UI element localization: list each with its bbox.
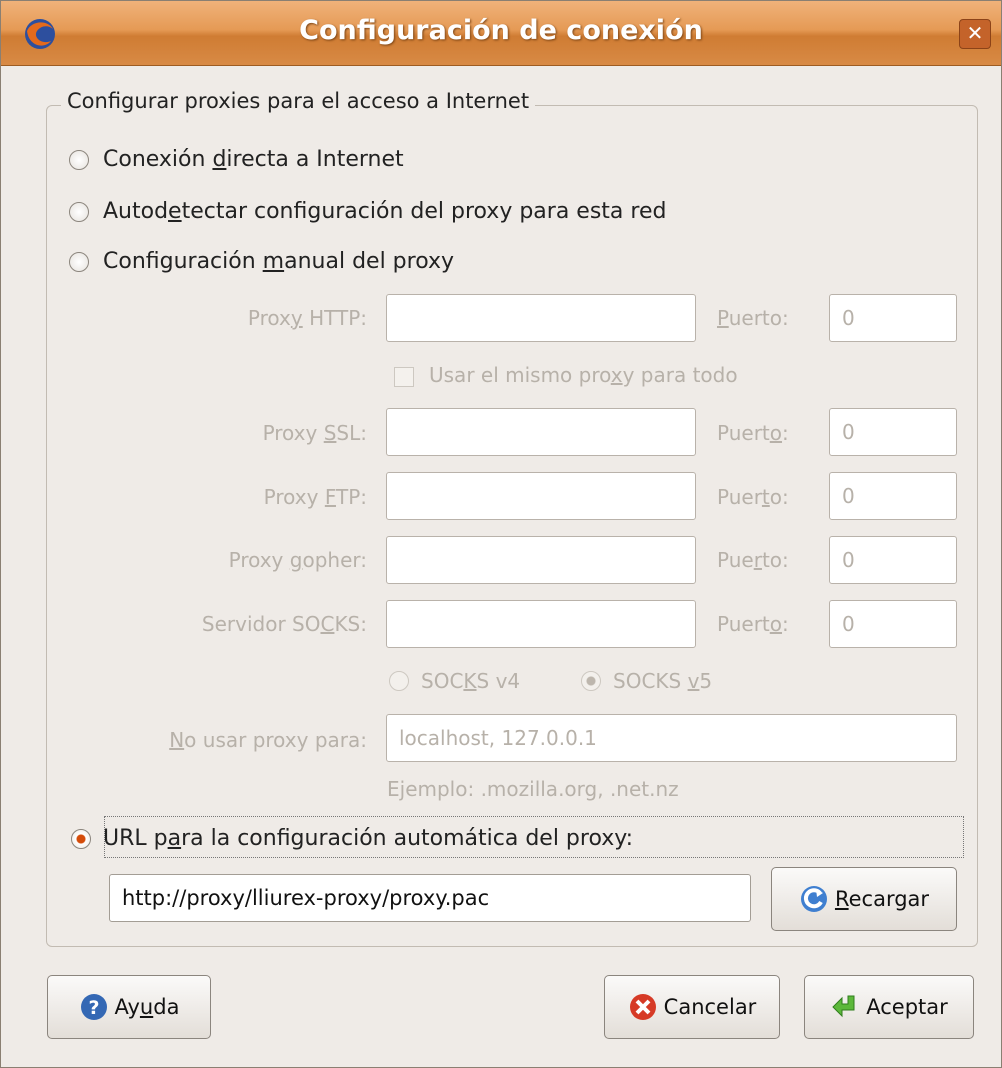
cancel-icon (629, 994, 656, 1020)
connection-settings-dialog: Configuración de conexión ✕ Configurar p… (0, 0, 1002, 1068)
help-icon: ? (80, 994, 107, 1020)
auto-config-url-input[interactable]: http://proxy/lliurex-proxy/proxy.pac (109, 874, 751, 922)
radio-autodetect[interactable]: Autodetectar configuración del proxy par… (69, 199, 666, 224)
same-proxy-checkbox[interactable] (394, 367, 414, 387)
socks-port-label: Puerto: (717, 612, 789, 636)
close-button[interactable]: ✕ (959, 19, 991, 49)
help-label: Ayuda (114, 995, 180, 1019)
socks-server-label: Servidor SOCKS: (201, 612, 367, 636)
ssl-proxy-input[interactable] (386, 408, 696, 456)
ftp-proxy-input[interactable] (386, 472, 696, 520)
http-port-input[interactable]: 0 (829, 294, 957, 342)
http-proxy-input[interactable] (386, 294, 696, 342)
radio-button[interactable] (69, 149, 89, 170)
radio-autodetect-label: Autodetectar configuración del proxy par… (103, 199, 667, 224)
radio-button[interactable] (69, 251, 89, 272)
radio-manual-config[interactable]: Configuración manual del proxy (69, 249, 454, 274)
gopher-port-input[interactable]: 0 (829, 536, 957, 584)
ftp-proxy-label: Proxy FTP: (263, 485, 367, 509)
radio-direct-label: Conexión directa a Internet (103, 147, 404, 172)
ssl-port-input[interactable]: 0 (829, 408, 957, 456)
help-button[interactable]: ? Ayuda (47, 975, 211, 1039)
radio-button[interactable] (581, 671, 601, 691)
accept-arrow-icon (832, 995, 855, 1018)
http-proxy-label: Proxy HTTP: (247, 306, 367, 330)
reload-button[interactable]: Recargar (771, 867, 957, 931)
cancel-label: Cancelar (663, 995, 757, 1019)
same-proxy-label: Usar el mismo proxy para todo (429, 363, 738, 387)
svg-text:?: ? (88, 997, 99, 1019)
reload-label: Recargar (834, 887, 930, 911)
reload-icon (800, 886, 827, 912)
socks-v5-label: SOCKS v5 (613, 669, 713, 693)
title-bar[interactable]: Configuración de conexión ✕ (1, 1, 1001, 66)
cancel-button[interactable]: Cancelar (604, 975, 780, 1039)
ftp-port-input[interactable]: 0 (829, 472, 957, 520)
ftp-port-label: Puerto: (717, 485, 789, 509)
ssl-proxy-label: Proxy SSL: (262, 421, 367, 445)
radio-auto-config-url[interactable]: URL para la configuración automática del… (71, 826, 633, 851)
radio-direct-connection[interactable]: Conexión directa a Internet (69, 147, 404, 172)
no-proxy-input[interactable]: localhost, 127.0.0.1 (386, 714, 957, 762)
gopher-proxy-label: Proxy gopher: (228, 548, 367, 572)
radio-socks-v4[interactable]: SOCKS v4 (389, 669, 520, 693)
window-title: Configuración de conexión (299, 15, 703, 46)
http-port-label: Puerto: (717, 306, 789, 330)
socks-server-input[interactable] (386, 600, 696, 648)
radio-socks-v5[interactable]: SOCKS v5 (581, 669, 712, 693)
radio-button[interactable] (389, 671, 409, 691)
radio-auto-url-label: URL para la configuración automática del… (103, 826, 634, 851)
no-proxy-example: Ejemplo: .mozilla.org, .net.nz (387, 777, 679, 801)
accept-label: Aceptar (866, 995, 948, 1019)
group-legend: Configurar proxies para el acceso a Inte… (61, 89, 536, 113)
gopher-proxy-input[interactable] (386, 536, 696, 584)
socks-port-input[interactable]: 0 (829, 600, 957, 648)
close-icon: ✕ (966, 21, 984, 45)
accept-button[interactable]: Aceptar (804, 975, 974, 1039)
socks-v4-label: SOCKS v4 (421, 669, 521, 693)
no-proxy-label: No usar proxy para: (169, 728, 367, 752)
radio-button[interactable] (69, 201, 89, 222)
radio-button-checked[interactable] (71, 828, 91, 849)
gopher-port-label: Puerto: (717, 548, 789, 572)
radio-manual-label: Configuración manual del proxy (103, 249, 455, 274)
ssl-port-label: Puerto: (717, 421, 789, 445)
